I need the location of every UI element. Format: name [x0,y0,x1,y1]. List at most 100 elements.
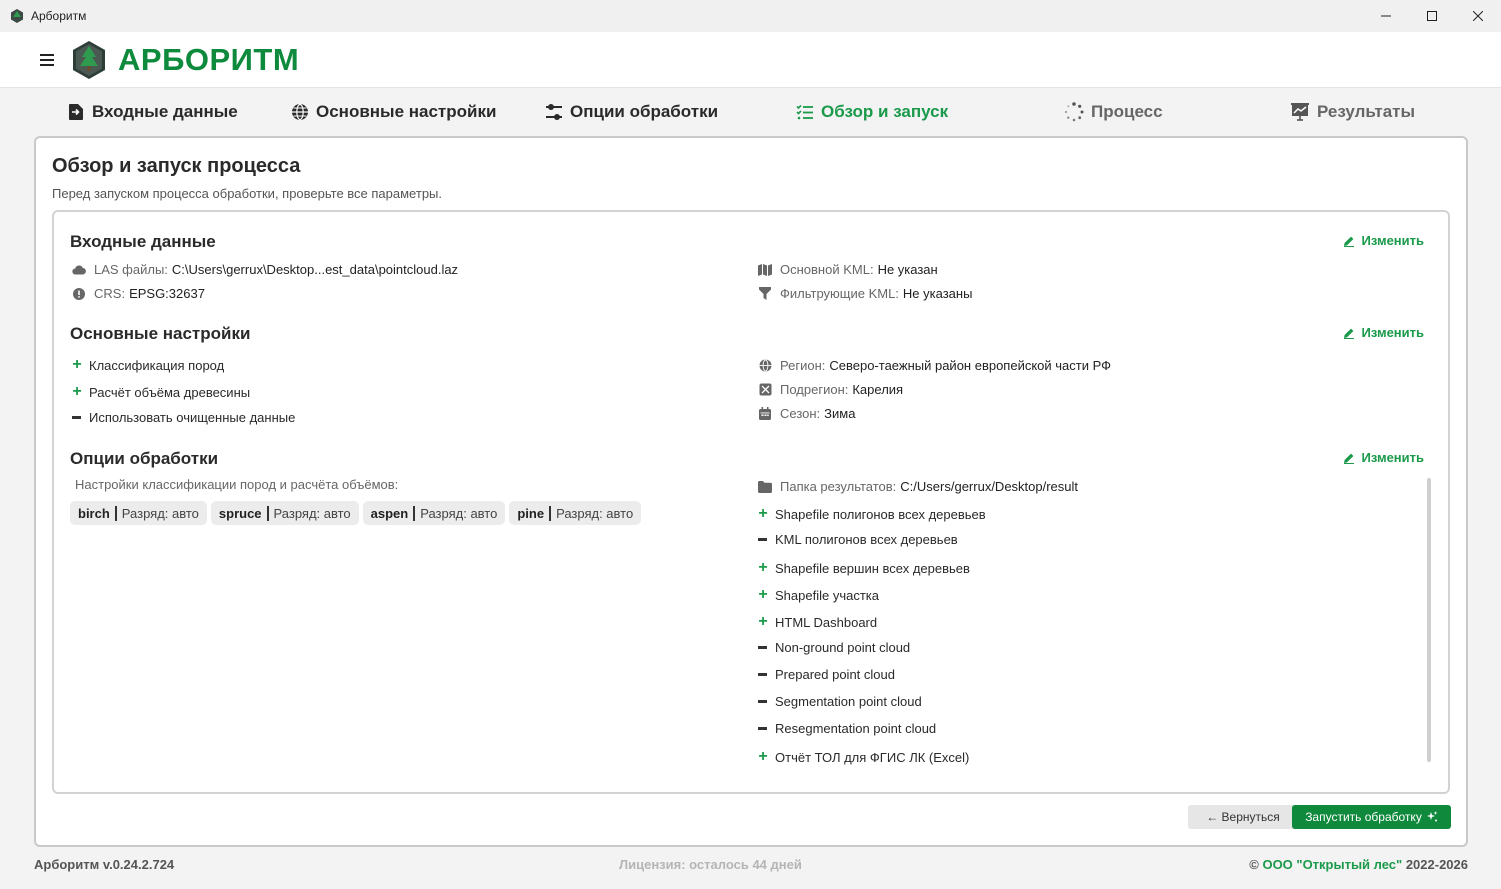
review-card: Обзор и запуск процесса Перед запуском п… [34,136,1468,847]
pencil-icon [1344,453,1355,464]
output-label: Non-ground point cloud [775,640,911,655]
output-label: KML полигонов всех деревьев [775,532,958,547]
tab-process[interactable]: Процесс [1064,89,1163,135]
minus-icon [758,673,767,676]
tab-results[interactable]: Результаты [1290,89,1415,135]
output-item: + HTML Dashboard [758,613,877,631]
copyright-years: 2022-2026 [1405,857,1468,872]
tab-review-launch[interactable]: Обзор и запуск [796,89,948,135]
plus-icon: + [72,383,82,400]
species-rank: Разряд: авто [121,505,199,521]
tab-label: Основные настройки [316,102,497,121]
las-files-label: LAS файлы: [94,262,168,277]
copyright: © ООО "Открытый лес" 2022-2026 [1249,857,1468,872]
main-kml-row: Основной KML: Не указан [758,262,938,277]
edit-label: Изменить [1361,233,1424,248]
close-button[interactable] [1455,0,1501,32]
sparkles-icon [1426,811,1438,822]
main-kml-label: Основной KML: [780,262,874,277]
filter-kml-row: Фильтрующие KML: Не указаны [758,286,972,301]
run-processing-button[interactable]: Запустить обработку [1292,805,1451,829]
output-item: + Shapefile вершин всех деревьев [758,559,970,577]
window-titlebar: Арборитм [0,0,1501,32]
tab-label: Входные данные [92,102,238,121]
season-row: Сезон: Зима [758,406,855,421]
spinner-icon [1064,102,1084,122]
species-chips: birch Разряд: авто spruce Разряд: авто asp… [70,501,642,525]
species-chip: birch Разряд: авто [70,501,207,525]
classification-caption-text: Настройки классификации пород и расчёта … [75,477,399,492]
output-item: + Shapefile участка [758,586,879,604]
species-chip: aspen Разряд: авто [362,501,506,525]
minus-icon [758,646,767,649]
minimize-button[interactable] [1363,0,1409,32]
minus-icon [758,538,767,541]
edit-input-data-button[interactable]: Изменить [1343,233,1424,248]
tab-main-settings[interactable]: Основные настройки [291,89,496,135]
maximize-icon [1427,11,1437,21]
plus-icon: + [758,505,768,522]
species-chip: spruce Разряд: авто [210,501,359,525]
folder-icon [758,480,772,493]
tab-label: Результаты [1317,102,1416,121]
las-files-value: C:\Users\gerrux\Desktop...est_data\point… [171,262,459,277]
edit-processing-options-button[interactable]: Изменить [1343,450,1424,465]
main-kml-value: Не указан [877,262,938,277]
minimize-icon [1381,15,1391,17]
back-button[interactable]: ← Вернуться [1188,805,1298,829]
plus-icon: + [758,613,768,630]
pencil-icon [1344,236,1355,247]
section-title-input-data: Входные данные [70,232,216,251]
species-rank: Разряд: авто [273,505,351,521]
tab-input-data[interactable]: Входные данные [67,89,238,135]
output-label: HTML Dashboard [775,614,878,630]
plus-icon: + [758,586,768,603]
edit-main-settings-button[interactable]: Изменить [1343,325,1424,340]
filter-icon [759,287,771,300]
tab-label: Процесс [1091,102,1163,121]
copyright-symbol: © [1249,857,1259,872]
subregion-label: Подрегион: [780,382,849,397]
wizard-tabs: Входные данные Основные настройки Опции … [0,89,1501,135]
plus-icon: + [758,559,768,576]
minus-icon [758,727,767,730]
crs-value: EPSG:32637 [129,286,205,301]
cloud-icon [72,265,86,275]
edit-label: Изменить [1361,325,1424,340]
output-label: Shapefile полигонов всех деревьев [775,506,986,522]
edit-label: Изменить [1361,450,1424,465]
logo [73,40,105,79]
scrollbar[interactable] [1427,478,1431,762]
filter-kml-label: Фильтрующие KML: [780,286,899,301]
license-status: Лицензия: осталось 44 дней [619,857,802,872]
result-folder-row: Папка результатов: C:/Users/gerrux/Deskt… [758,479,1078,494]
minus-icon [72,416,81,419]
filter-kml-value: Не указаны [902,286,973,301]
tab-processing-options[interactable]: Опции обработки [545,89,718,135]
option-wood-volume: + Расчёт объёма древесины [72,383,250,401]
company-link[interactable]: ООО "Открытый лес" [1262,857,1402,872]
species-rank: Разряд: авто [420,505,498,521]
sliders-icon [546,104,562,120]
brand-name: АРБОРИТМ [118,41,300,77]
output-item: Prepared point cloud [758,667,895,682]
output-item: Non-ground point cloud [758,640,910,655]
crs-label: CRS: [94,286,126,301]
season-value: Зима [824,406,856,421]
output-item: KML полигонов всех деревьев [758,532,958,547]
output-item: + Отчёт ТОЛ для ФГИС ЛК (Excel) [758,748,969,766]
output-item: Segmentation point cloud [758,694,922,709]
menu-icon[interactable] [40,53,54,66]
section-title-main-settings: Основные настройки [70,324,251,343]
maximize-button[interactable] [1409,0,1455,32]
plus-icon: + [72,356,82,373]
region-row: Регион: Северо-таежный район европейской… [758,358,1111,373]
output-label: Shapefile вершин всех деревьев [775,560,970,576]
info-circle-icon [73,287,85,300]
page-title: Обзор и запуск процесса [52,155,301,177]
species-chip: pine Разряд: авто [509,501,642,525]
chart-presentation-icon [1291,103,1309,121]
map-icon [758,263,772,276]
option-species-classification: + Классификация пород [72,356,224,374]
app-header: АРБОРИТМ [0,32,1501,88]
